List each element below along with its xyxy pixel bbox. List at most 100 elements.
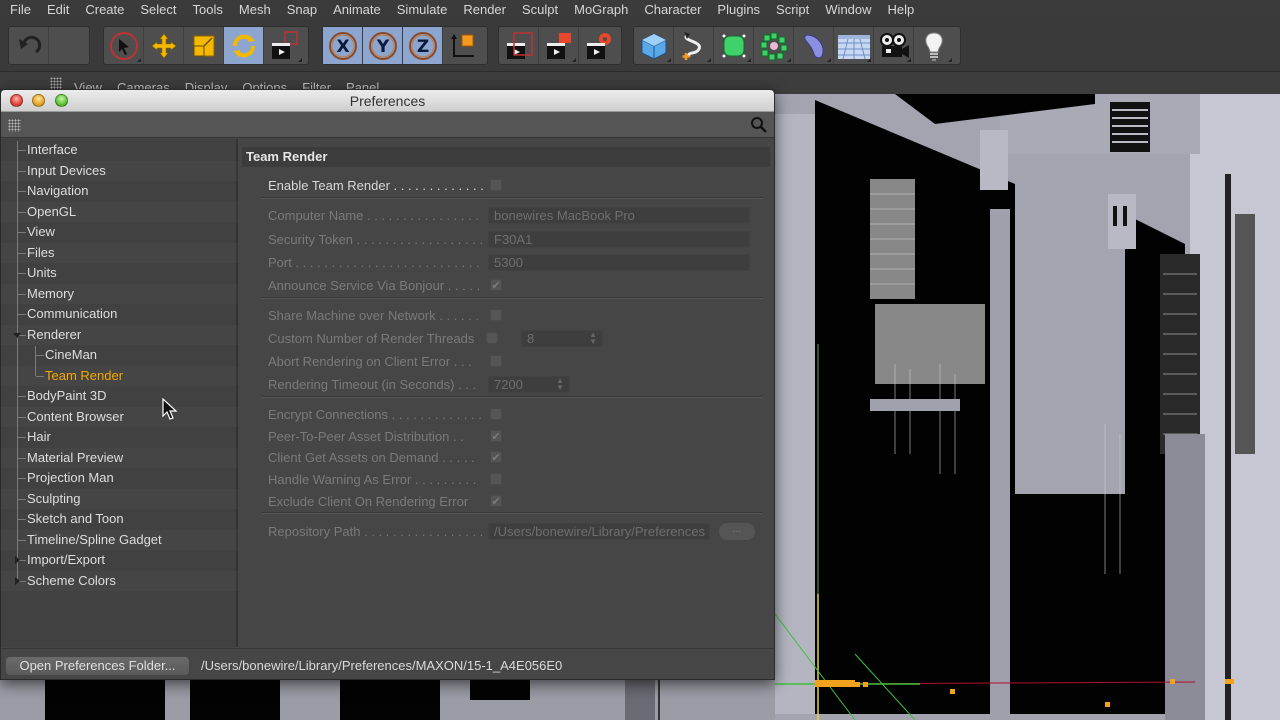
collapse-arrow-icon[interactable]: [15, 556, 20, 564]
menu-help[interactable]: Help: [880, 0, 923, 20]
rendering-timeout-stepper[interactable]: 7200 ▲ ▼: [488, 375, 570, 393]
tree-item-team-render[interactable]: Team Render: [36, 366, 124, 386]
menu-snap[interactable]: Snap: [279, 0, 325, 20]
undo-button[interactable]: [9, 27, 49, 64]
tree-item-material-preview[interactable]: Material Preview: [18, 448, 123, 468]
collapse-arrow-icon[interactable]: [15, 576, 20, 585]
tree-item-memory[interactable]: Memory: [18, 284, 74, 304]
exclude-client-row: Exclude Client On Rendering Error ✔: [268, 491, 502, 511]
main-toolbar: X Y Z: [0, 20, 1280, 72]
rotate-button[interactable]: [224, 27, 264, 64]
tree-item-interface[interactable]: Interface: [18, 140, 78, 160]
security-token-label: Security Token . . . . . . . . . . . . .…: [268, 231, 483, 247]
repository-path-field[interactable]: /Users/bonewire/Library/Preferences: [488, 522, 710, 540]
menu-file[interactable]: File: [2, 0, 39, 20]
p2p-asset-distribution-row: Peer-To-Peer Asset Distribution . . ✔: [268, 426, 502, 446]
floor-button[interactable]: [834, 27, 874, 64]
tree-item-sculpting[interactable]: Sculpting: [18, 489, 80, 509]
coordinate-system-button[interactable]: [443, 27, 483, 64]
y-axis-button[interactable]: Y: [363, 27, 403, 64]
encrypt-connections-checkbox[interactable]: [490, 408, 502, 420]
subdivision-surface-button[interactable]: [714, 27, 754, 64]
spline-pen-button[interactable]: [674, 27, 714, 64]
render-settings-button[interactable]: [579, 27, 619, 64]
render-threads-value: 8: [527, 330, 535, 346]
tree-item-timeline-spline-gadget[interactable]: Timeline/Spline Gadget: [18, 530, 162, 550]
z-axis-button[interactable]: Z: [403, 27, 443, 64]
menu-mograph[interactable]: MoGraph: [566, 0, 636, 20]
open-preferences-folder-button[interactable]: Open Preferences Folder...: [6, 657, 189, 675]
tree-item-cineman[interactable]: CineMan: [36, 345, 97, 365]
tree-item-bodypaint-3d[interactable]: BodyPaint 3D: [18, 386, 107, 406]
client-get-assets-checkbox[interactable]: ✔: [490, 451, 502, 464]
floor-icon: [837, 34, 870, 59]
menu-simulate[interactable]: Simulate: [389, 0, 456, 20]
menu-create[interactable]: Create: [77, 0, 132, 20]
light-button[interactable]: [914, 27, 954, 64]
tree-item-import-export[interactable]: Import/Export: [18, 550, 105, 570]
tree-item-label: Team Render: [45, 367, 124, 383]
tree-connector: [18, 416, 26, 418]
tree-item-opengl[interactable]: OpenGL: [18, 202, 76, 222]
p2p-asset-distribution-checkbox[interactable]: ✔: [490, 430, 502, 443]
camera-button[interactable]: [874, 27, 914, 64]
menu-window[interactable]: Window: [817, 0, 879, 20]
render-threads-stepper[interactable]: 8 ▲ ▼: [521, 329, 603, 347]
client-get-assets-label: Client Get Assets on Demand . . . . .: [268, 449, 475, 465]
tree-connector: [18, 191, 26, 192]
render-view-button[interactable]: [499, 27, 539, 64]
repository-path-row: Repository Path . . . . . . . . . . . . …: [268, 521, 755, 541]
expand-arrow-icon[interactable]: [13, 332, 21, 338]
cloner-button[interactable]: [754, 27, 794, 64]
menu-edit[interactable]: Edit: [39, 0, 77, 20]
tree-item-input-devices[interactable]: Input Devices: [18, 161, 106, 181]
exclude-client-checkbox[interactable]: ✔: [490, 495, 502, 508]
tree-item-content-browser[interactable]: Content Browser: [18, 407, 124, 427]
tree-item-navigation[interactable]: Navigation: [18, 181, 88, 201]
search-icon[interactable]: [750, 116, 768, 134]
enable-team-render-checkbox[interactable]: [490, 179, 502, 191]
move-button[interactable]: [144, 27, 184, 64]
menu-select[interactable]: Select: [132, 0, 184, 20]
preferences-window: Preferences Interface Input Devices Naviga…: [0, 89, 775, 680]
tree-item-view[interactable]: View: [18, 222, 55, 242]
scale-button[interactable]: [184, 27, 224, 64]
render-picture-viewer-button[interactable]: [539, 27, 579, 64]
tree-item-renderer[interactable]: Renderer: [18, 325, 81, 345]
share-machine-checkbox[interactable]: [490, 309, 502, 321]
port-field[interactable]: 5300: [488, 253, 750, 271]
tree-item-communication[interactable]: Communication: [18, 304, 117, 324]
redo-button[interactable]: [49, 27, 89, 64]
custom-threads-checkbox[interactable]: [486, 332, 498, 344]
menu-render[interactable]: Render: [455, 0, 514, 20]
stepper-arrows-icon[interactable]: ▲ ▼: [589, 330, 597, 345]
security-token-field[interactable]: F30A1: [488, 230, 750, 248]
menu-mesh[interactable]: Mesh: [231, 0, 279, 20]
menu-character[interactable]: Character: [636, 0, 709, 20]
tree-item-hair[interactable]: Hair: [18, 427, 51, 447]
menu-animate[interactable]: Animate: [325, 0, 389, 20]
browse-repository-button[interactable]: ...: [719, 522, 755, 540]
render-region-button[interactable]: [264, 27, 304, 64]
tree-item-sketch-and-toon[interactable]: Sketch and Toon: [18, 509, 124, 529]
tree-item-scheme-colors[interactable]: Scheme Colors: [18, 571, 116, 591]
tree-item-projection-man[interactable]: Projection Man: [18, 468, 114, 488]
3d-viewport[interactable]: [775, 94, 1280, 720]
menu-tools[interactable]: Tools: [185, 0, 231, 20]
computer-name-field[interactable]: bonewires MacBook Pro: [488, 206, 750, 224]
announce-bonjour-checkbox[interactable]: ✔: [490, 279, 502, 292]
deformer-button[interactable]: [794, 27, 834, 64]
live-selection-button[interactable]: [104, 27, 144, 64]
menu-script[interactable]: Script: [768, 0, 817, 20]
preferences-titlebar[interactable]: Preferences: [1, 90, 774, 112]
x-axis-button[interactable]: X: [323, 27, 363, 64]
preferences-search-bar: [1, 112, 774, 138]
menu-plugins[interactable]: Plugins: [709, 0, 768, 20]
abort-on-client-error-checkbox[interactable]: [490, 355, 502, 367]
menu-sculpt[interactable]: Sculpt: [514, 0, 566, 20]
handle-warning-checkbox[interactable]: [490, 473, 502, 485]
cube-button[interactable]: [634, 27, 674, 64]
tree-item-units[interactable]: Units: [18, 263, 57, 283]
tree-item-files[interactable]: Files: [18, 243, 54, 263]
stepper-arrows-icon[interactable]: ▲ ▼: [556, 376, 564, 391]
